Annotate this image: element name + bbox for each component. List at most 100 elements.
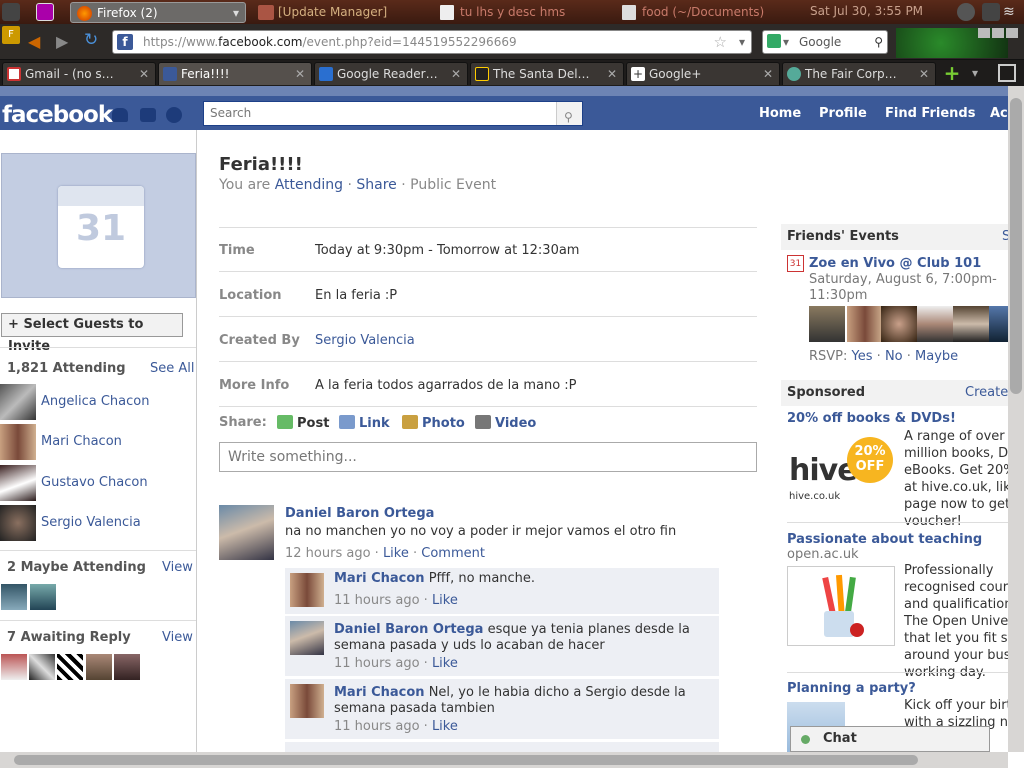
clock[interactable]: Sat Jul 30, 3:55 PM bbox=[810, 4, 923, 18]
horizontal-scrollbar[interactable] bbox=[0, 752, 1008, 768]
taskbar-update-manager[interactable]: [Update Manager] bbox=[252, 2, 428, 23]
scrollbar-thumb[interactable] bbox=[14, 755, 918, 765]
write-something-input[interactable]: Write something... bbox=[219, 442, 757, 472]
facebook-search-input[interactable]: Search ⚲ bbox=[203, 101, 583, 126]
attendee-name[interactable]: Sergio Valencia bbox=[41, 515, 141, 530]
rsvp-no[interactable]: No bbox=[885, 349, 903, 364]
comment-avatar[interactable] bbox=[290, 621, 324, 655]
ad-title[interactable]: Planning a party? bbox=[787, 681, 916, 696]
like-link[interactable]: Like bbox=[432, 593, 458, 608]
hive-ad-image[interactable]: hive hive.co.uk 20% OFF bbox=[787, 433, 899, 513]
attendee-name[interactable]: Angelica Chacon bbox=[41, 394, 149, 409]
avatar[interactable] bbox=[30, 584, 56, 610]
url-bar[interactable]: f https://www.facebook.com/event.php?eid… bbox=[112, 30, 752, 54]
tab-fair-corp[interactable]: The Fair Corp… ✕ bbox=[782, 62, 936, 85]
close-tab-icon[interactable]: ✕ bbox=[607, 63, 617, 85]
ad-title[interactable]: Passionate about teaching bbox=[787, 532, 982, 547]
share-link-tab[interactable]: Link bbox=[339, 415, 390, 431]
avatar[interactable] bbox=[0, 465, 36, 501]
nav-account[interactable]: Ac bbox=[990, 106, 1008, 121]
close-tab-icon[interactable]: ✕ bbox=[919, 63, 929, 85]
avatar[interactable] bbox=[917, 306, 953, 342]
avatar[interactable] bbox=[114, 654, 140, 680]
user-icon[interactable] bbox=[982, 3, 1000, 21]
attendee-name[interactable]: Gustavo Chacon bbox=[41, 475, 148, 490]
create-ad-link[interactable]: Create bbox=[965, 385, 1008, 400]
new-tab-icon[interactable]: + bbox=[942, 63, 962, 83]
post-author-avatar[interactable] bbox=[219, 505, 274, 560]
comment-author[interactable]: Daniel Baron Ortega bbox=[334, 622, 483, 637]
creator-link[interactable]: Sergio Valencia bbox=[315, 333, 415, 348]
like-link[interactable]: Like bbox=[383, 546, 409, 561]
ad-title[interactable]: 20% off books & DVDs! bbox=[787, 411, 956, 426]
avatar[interactable] bbox=[847, 306, 883, 342]
wifi-icon[interactable]: ≋ bbox=[1003, 3, 1021, 21]
close-window-icon[interactable] bbox=[1006, 28, 1018, 38]
avatar[interactable] bbox=[953, 306, 989, 342]
post-author[interactable]: Daniel Baron Ortega bbox=[285, 506, 434, 521]
close-tab-icon[interactable]: ✕ bbox=[139, 63, 149, 85]
search-button[interactable]: ⚲ bbox=[556, 102, 582, 125]
messages-icon[interactable] bbox=[140, 108, 156, 122]
friend-requests-icon[interactable] bbox=[112, 108, 128, 122]
like-link[interactable]: Like bbox=[432, 719, 458, 734]
tab-google-reader[interactable]: Google Reader… ✕ bbox=[314, 62, 468, 85]
teaching-ad-image[interactable] bbox=[787, 566, 895, 646]
url-dropdown-icon[interactable]: ▾ bbox=[739, 31, 745, 53]
like-link[interactable]: Like bbox=[432, 656, 458, 671]
share-photo-tab[interactable]: Photo bbox=[402, 415, 465, 431]
avatar[interactable] bbox=[989, 306, 1008, 342]
avatar[interactable] bbox=[0, 505, 36, 541]
share-post-tab[interactable]: Post bbox=[277, 415, 329, 431]
share-video-tab[interactable]: Video bbox=[475, 415, 536, 431]
vertical-scrollbar[interactable] bbox=[1008, 86, 1024, 752]
minimize-icon[interactable] bbox=[978, 28, 990, 38]
ubuntu-menu-icon[interactable] bbox=[2, 3, 20, 21]
avatar[interactable] bbox=[809, 306, 845, 342]
comment-author[interactable]: Mari Chacon bbox=[334, 685, 425, 700]
taskbar-firefox[interactable]: Firefox (2) ▾ bbox=[70, 2, 246, 23]
window-controls[interactable] bbox=[978, 28, 1020, 40]
bookmark-star-icon[interactable]: ☆ bbox=[714, 31, 727, 53]
close-tab-icon[interactable]: ✕ bbox=[295, 63, 305, 85]
engine-dropdown-icon[interactable]: ▾ bbox=[783, 31, 789, 53]
scrollbar-thumb[interactable] bbox=[1010, 98, 1022, 394]
back-arrow-icon[interactable]: ◀ bbox=[28, 32, 40, 51]
facebook-logo[interactable]: facebook bbox=[2, 102, 113, 128]
search-engine-box[interactable]: ▾ Google ⚲ bbox=[762, 30, 888, 54]
rsvp-yes[interactable]: Yes bbox=[852, 349, 873, 364]
comment-author[interactable]: Mari Chacon bbox=[334, 571, 425, 586]
avatar[interactable] bbox=[86, 654, 112, 680]
nav-home[interactable]: Home bbox=[759, 106, 801, 121]
workspace-icon[interactable] bbox=[36, 3, 54, 21]
avatar[interactable] bbox=[881, 306, 917, 342]
comment-avatar[interactable] bbox=[290, 684, 324, 718]
forward-arrow-icon[interactable]: ▶ bbox=[56, 32, 68, 51]
comment-link[interactable]: Comment bbox=[421, 546, 485, 561]
firefox-menu-icon[interactable]: F bbox=[2, 26, 20, 44]
post-time[interactable]: 12 hours ago bbox=[285, 546, 371, 561]
chat-bar[interactable]: Chat bbox=[790, 726, 990, 752]
attendee-name[interactable]: Mari Chacon bbox=[41, 434, 122, 449]
maybe-view-link[interactable]: View bbox=[162, 560, 193, 575]
notifications-globe-icon[interactable] bbox=[166, 107, 182, 123]
avatar[interactable] bbox=[1, 654, 27, 680]
nav-profile[interactable]: Profile bbox=[819, 106, 867, 121]
taskbar-food[interactable]: food (~/Documents) bbox=[616, 2, 792, 23]
avatar[interactable] bbox=[0, 424, 36, 460]
awaiting-view-link[interactable]: View bbox=[162, 630, 193, 645]
pidgin-icon[interactable] bbox=[957, 3, 975, 21]
avatar[interactable] bbox=[1, 584, 27, 610]
see-all-link[interactable]: See All bbox=[150, 361, 195, 376]
avatar[interactable] bbox=[29, 654, 55, 680]
tab-gmail[interactable]: Gmail - (no s… ✕ bbox=[2, 62, 156, 85]
avatar[interactable] bbox=[0, 384, 36, 420]
comment-avatar[interactable] bbox=[290, 573, 324, 607]
attending-link[interactable]: Attending bbox=[275, 177, 343, 193]
reload-icon[interactable]: ↻ bbox=[84, 30, 98, 50]
tab-google-plus[interactable]: + Google+ ✕ bbox=[626, 62, 780, 85]
rsvp-maybe[interactable]: Maybe bbox=[915, 349, 958, 364]
avatar[interactable] bbox=[57, 654, 83, 680]
share-link[interactable]: Share bbox=[356, 177, 396, 193]
select-guests-button[interactable]: + Select Guests to Invite bbox=[1, 313, 183, 354]
